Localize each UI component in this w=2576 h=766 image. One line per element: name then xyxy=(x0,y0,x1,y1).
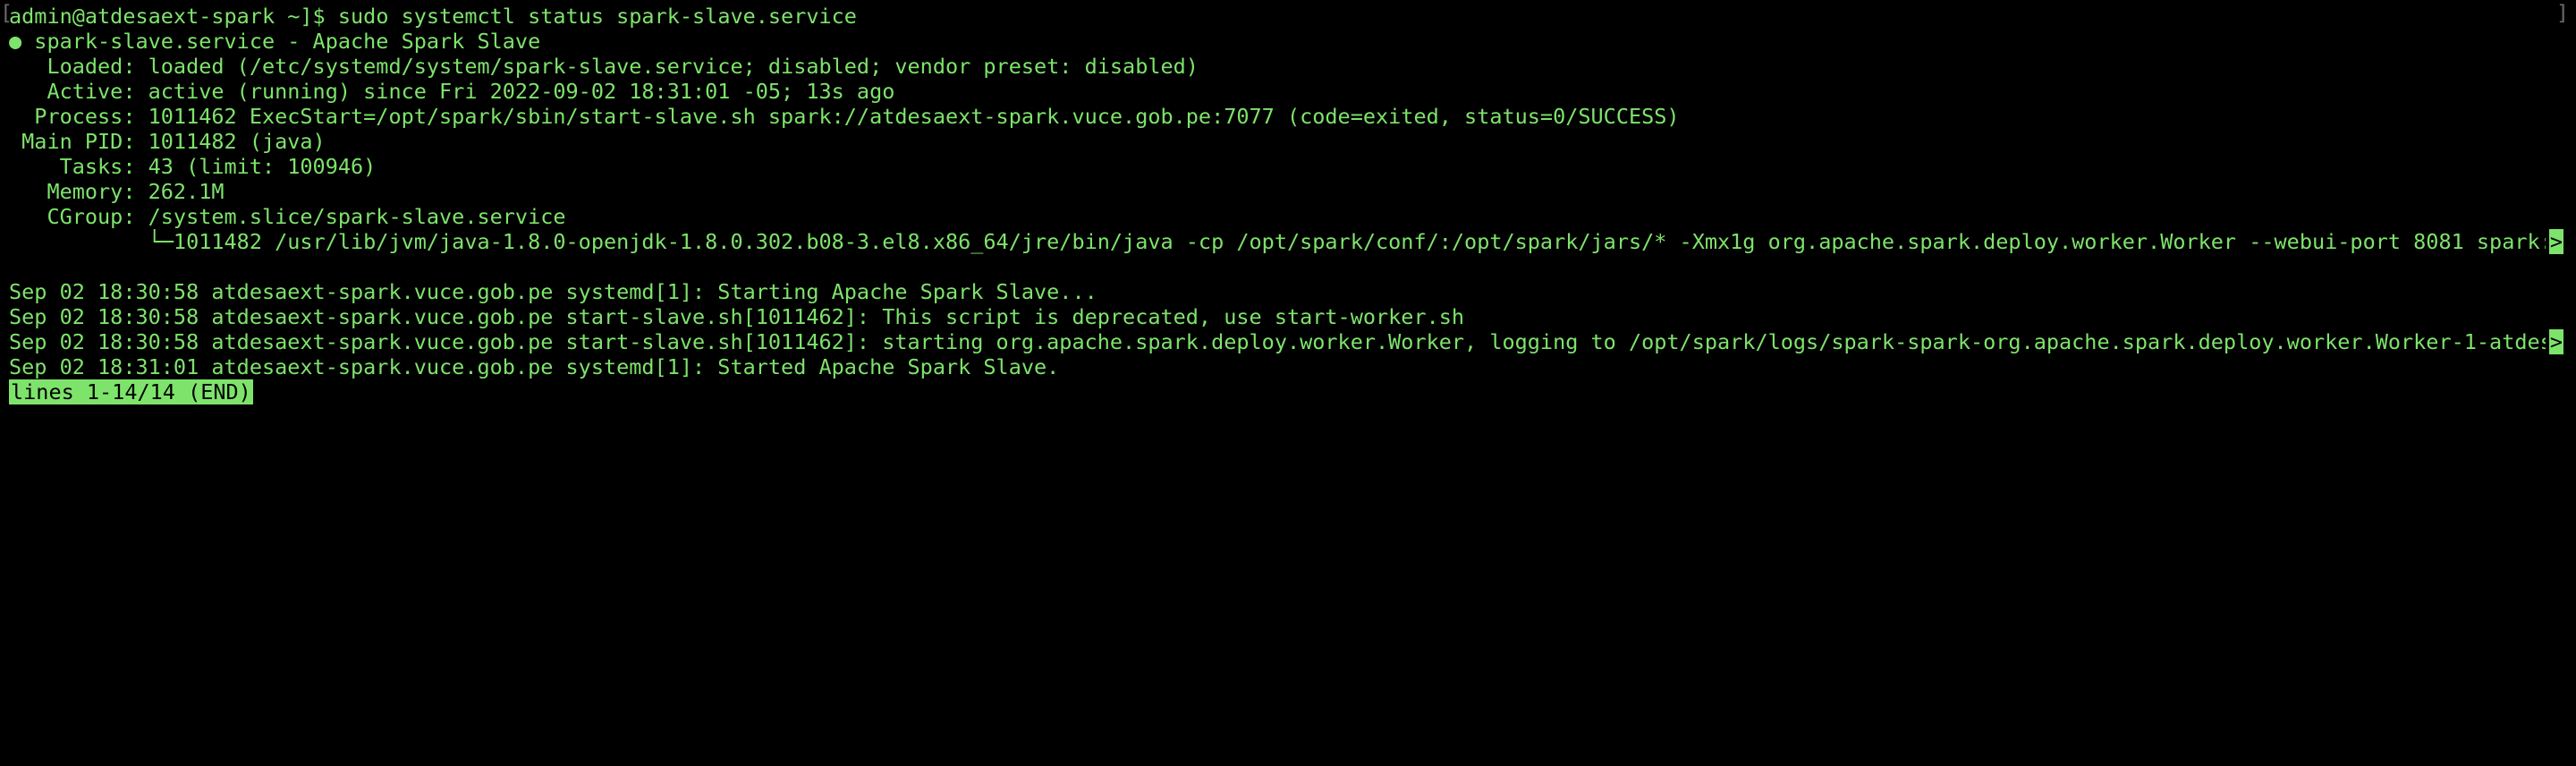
service-header-line: ● spark-slave.service - Apache Spark Sla… xyxy=(9,29,541,54)
tasks-line: Tasks: 43 (limit: 100946) xyxy=(9,154,377,179)
log-line: Sep 02 18:30:58 atdesaext-spark.vuce.gob… xyxy=(9,279,1097,304)
memory-line: Memory: 262.1M xyxy=(9,179,225,204)
command-text: sudo systemctl status spark-slave.servic… xyxy=(337,4,857,29)
shell-prompt: admin@atdesaext-spark ~]$ xyxy=(9,4,326,29)
right-edge-bracket: ] xyxy=(2555,0,2569,25)
log-line: Sep 02 18:30:58 atdesaext-spark.vuce.gob… xyxy=(9,304,1465,329)
line-overflow-marker: > xyxy=(2548,329,2563,354)
terminal-window[interactable]: [ ] admin@atdesaext-spark ~]$ sudo syste… xyxy=(0,0,2576,766)
active-line: Active: active (running) since Fri 2022-… xyxy=(9,79,895,104)
main-pid-line: Main PID: 1011482 (java) xyxy=(9,129,326,154)
cgroup-line: CGroup: /system.slice/spark-slave.servic… xyxy=(9,204,566,229)
log-line: Sep 02 18:30:58 atdesaext-spark.vuce.gob… xyxy=(9,329,2546,354)
process-line: Process: 1011462 ExecStart=/opt/spark/sb… xyxy=(9,104,1680,129)
cgroup-process-line: └─1011482 /usr/lib/jvm/java-1.8.0-openjd… xyxy=(9,229,2546,254)
line-overflow-marker: > xyxy=(2548,229,2563,254)
command-line: admin@atdesaext-spark ~]$ sudo systemctl… xyxy=(9,4,857,29)
log-line: Sep 02 18:31:01 atdesaext-spark.vuce.gob… xyxy=(9,354,1060,379)
pager-status-bar: lines 1-14/14 (END) xyxy=(9,379,253,404)
loaded-line: Loaded: loaded (/etc/systemd/system/spar… xyxy=(9,54,1199,79)
